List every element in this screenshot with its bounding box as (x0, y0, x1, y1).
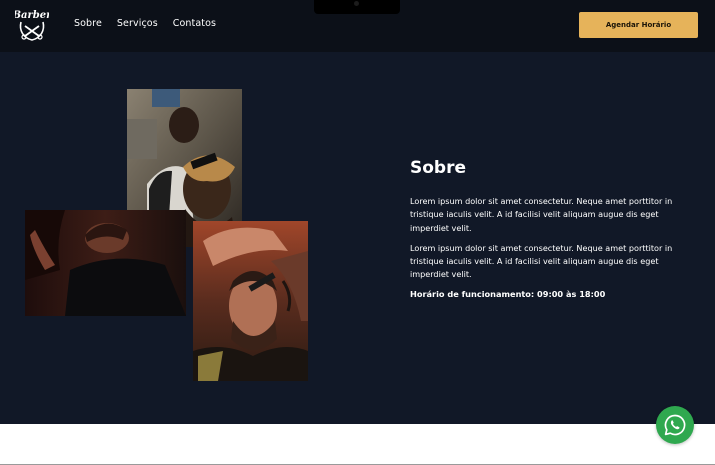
camera-notch (314, 0, 400, 14)
camera-dot (354, 1, 359, 6)
about-paragraph-2: Lorem ipsum dolor sit amet consectetur. … (410, 242, 673, 280)
about-paragraph-1: Lorem ipsum dolor sit amet consectetur. … (410, 196, 673, 233)
logo-wordmark: Barber (15, 10, 49, 21)
about-content: Sobre Lorem ipsum dolor sit amet consect… (410, 158, 682, 299)
barber-logo-icon: Barber (12, 10, 52, 41)
barber-logo[interactable]: Barber (12, 6, 52, 44)
nav-link-contatos[interactable]: Contatos (173, 18, 216, 29)
about-title: Sobre (410, 158, 467, 178)
whatsapp-button[interactable] (656, 406, 694, 444)
gallery-photo-barber-cutting (193, 221, 308, 381)
gallery-photo-client-shave (25, 210, 186, 316)
schedule-appointment-button[interactable]: Agendar Horário (579, 12, 698, 38)
top-navbar: Barber Sobre Serviços Contatos Agendar H… (0, 0, 715, 52)
about-section: Sobre Lorem ipsum dolor sit amet consect… (0, 52, 715, 424)
nav-link-sobre[interactable]: Sobre (74, 18, 102, 29)
opening-hours: Horário de funcionamento: 09:00 às 18:00 (410, 288, 606, 299)
nav-link-servicos[interactable]: Serviços (117, 18, 158, 29)
next-section (0, 424, 715, 465)
whatsapp-icon (664, 414, 686, 436)
main-nav: Sobre Serviços Contatos (74, 18, 216, 29)
